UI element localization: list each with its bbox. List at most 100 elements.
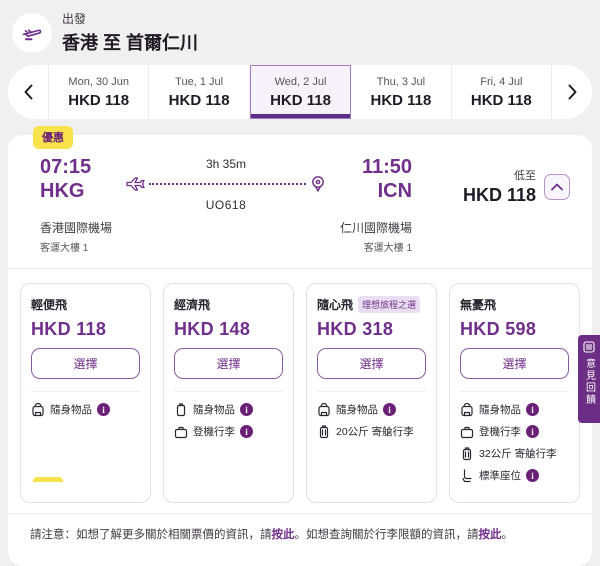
fare-item-label: 隨身物品 — [50, 404, 92, 416]
select-fare-button[interactable]: 選擇 — [317, 348, 426, 379]
date-price: HKD 118 — [270, 91, 331, 109]
fare-item-label: 20公斤 寄艙行李 — [336, 426, 414, 438]
feedback-tab[interactable]: 意見回饋 — [578, 335, 600, 423]
fare-price: HKD 148 — [174, 319, 251, 339]
date-label: Fri, 4 Jul — [480, 75, 523, 88]
fare-name: 經濟飛 — [174, 298, 211, 312]
arrival-terminal: 客運大樓 1 — [363, 243, 413, 254]
fare-info-link[interactable]: 按此 — [272, 529, 295, 541]
departure-info: 07:15 HKG 香港國際機場 客運大樓 1 — [40, 155, 112, 254]
select-fare-button[interactable]: 選擇 — [31, 348, 140, 379]
date-tab-mon-30-jun[interactable]: Mon, 30 Jun HKD 118 — [48, 65, 150, 119]
select-fare-button[interactable]: 選擇 — [174, 348, 283, 379]
divider — [460, 391, 569, 392]
suitcase-icon — [317, 424, 331, 439]
fare-inclusion-row: 登機行李 i — [460, 424, 569, 439]
date-label: Thu, 3 Jul — [376, 75, 426, 88]
lowest-price: HKD 118 — [462, 185, 536, 205]
fare-item-label: 隨身物品 — [479, 404, 521, 416]
departure-header: 出發 香港 至 首爾仁川 — [0, 0, 600, 55]
fare-card-flex: 隨心飛 理想旅程之選 HKD 318 選擇 隨身物品 i 20公斤 寄艙行李 — [306, 283, 437, 503]
fare-item-label: 登機行李 — [193, 426, 235, 438]
departure-time: 07:15 — [40, 156, 92, 178]
flight-number: UO618 — [205, 198, 247, 212]
flight-path: 3h 35m UO618 — [126, 155, 326, 212]
divider — [174, 391, 283, 392]
divider — [317, 391, 426, 392]
departure-terminal: 客運大樓 1 — [40, 243, 89, 254]
fare-options: 輕便飛 HKD 118 選擇 隨身物品 i 經濟飛 HKD 148 選擇 隨身物… — [8, 269, 592, 513]
briefcase-icon — [174, 424, 188, 439]
departure-airport: 香港國際機場 — [40, 221, 113, 235]
departure-code: HKG — [40, 180, 85, 202]
fare-inclusion-row: 隨身物品 i — [174, 402, 283, 417]
fare-item-label: 標準座位 — [479, 470, 521, 482]
cabin-bag-icon — [174, 402, 188, 417]
collapse-fares-button[interactable] — [544, 173, 570, 200]
date-price: HKD 118 — [470, 91, 532, 109]
backpack-icon — [31, 402, 45, 417]
route-title: 香港 至 首爾仁川 — [62, 33, 199, 53]
briefcase-icon — [460, 424, 474, 439]
fare-name: 輕便飛 — [31, 298, 68, 312]
date-price: HKD 118 — [168, 91, 230, 109]
arrival-info: 11:50 ICN 仁川國際機場 客運大樓 1 — [340, 155, 412, 254]
date-tab-tue-1-jul[interactable]: Tue, 1 Jul HKD 118 — [149, 65, 250, 119]
info-icon[interactable]: i — [240, 403, 253, 416]
info-icon[interactable]: i — [526, 425, 539, 438]
feedback-tab-label: 意見回饋 — [583, 358, 595, 406]
divider — [31, 391, 140, 392]
note-text: 請注意：如想了解更多關於相關票價的資訊，請 — [30, 529, 272, 541]
chevron-right-icon — [568, 84, 577, 100]
flight-summary: 07:15 HKG 香港國際機場 客運大樓 1 3h 35m UO618 11:… — [8, 135, 592, 268]
fare-price: HKD 318 — [317, 319, 394, 339]
date-selector-bar: Mon, 30 Jun HKD 118 Tue, 1 Jul HKD 118 W… — [8, 65, 592, 119]
price-prefix: 低至 — [514, 170, 536, 182]
fare-inclusion-row: 隨身物品 i — [317, 402, 426, 417]
date-price: HKD 118 — [68, 91, 130, 109]
seat-icon — [460, 468, 474, 483]
fare-price-summary: 低至 HKD 118 — [463, 155, 570, 206]
next-flight-promo-badge-sliver — [33, 477, 63, 482]
info-icon[interactable]: i — [97, 403, 110, 416]
fare-item-label: 登機行李 — [479, 426, 521, 438]
fare-price: HKD 598 — [460, 319, 537, 339]
fare-inclusion-row: 隨身物品 i — [31, 402, 140, 417]
airplane-icon — [126, 177, 145, 191]
baggage-info-link[interactable]: 按此 — [479, 529, 502, 541]
info-icon[interactable]: i — [383, 403, 396, 416]
select-fare-button[interactable]: 選擇 — [460, 348, 569, 379]
survey-icon — [583, 341, 595, 353]
backpack-icon — [460, 402, 474, 417]
date-tab-fri-4-jul[interactable]: Fri, 4 Jul HKD 118 — [452, 65, 553, 119]
flight-duration: 3h 35m — [206, 157, 247, 171]
date-label: Mon, 30 Jun — [68, 75, 129, 88]
note-text: 。 — [501, 529, 514, 541]
arrival-airport: 仁川國際機場 — [340, 221, 413, 235]
next-dates-button[interactable] — [552, 65, 592, 119]
fare-card-economy: 經濟飛 HKD 148 選擇 隨身物品 i 登機行李 i — [163, 283, 294, 503]
date-tab-thu-3-jul[interactable]: Thu, 3 Jul HKD 118 — [351, 65, 452, 119]
prev-dates-button[interactable] — [8, 65, 48, 119]
fare-inclusion-row: 20公斤 寄艙行李 — [317, 424, 426, 439]
date-tab-wed-2-jul-selected[interactable]: Wed, 2 Jul HKD 118 — [249, 65, 352, 119]
date-label: Wed, 2 Jul — [274, 75, 327, 88]
date-label: Tue, 1 Jul — [175, 75, 224, 88]
fare-inclusion-row: 標準座位 i — [460, 468, 569, 483]
fare-name: 隨心飛 — [317, 298, 354, 312]
flight-result-card: 優惠 07:15 HKG 香港國際機場 客運大樓 1 3h 35m UO618 — [8, 126, 592, 566]
fare-item-label: 隨身物品 — [336, 404, 378, 416]
fare-name: 無憂飛 — [460, 298, 497, 312]
promo-badge: 優惠 — [33, 126, 73, 149]
fare-card-lite: 輕便飛 HKD 118 選擇 隨身物品 i — [20, 283, 151, 503]
chevron-up-icon — [551, 183, 563, 190]
info-icon[interactable]: i — [526, 403, 539, 416]
suitcase-icon — [460, 446, 474, 461]
fare-item-label: 32公斤 寄艙行李 — [479, 448, 557, 460]
fare-inclusion-row: 隨身物品 i — [460, 402, 569, 417]
fare-card-max: 無憂飛 HKD 598 選擇 隨身物品 i 登機行李 i 32公斤 寄艙行李 標… — [449, 283, 580, 503]
flight-dotted-line — [149, 183, 307, 185]
info-icon[interactable]: i — [526, 469, 539, 482]
info-icon[interactable]: i — [240, 425, 253, 438]
header-texts: 出發 香港 至 首爾仁川 — [62, 10, 198, 55]
